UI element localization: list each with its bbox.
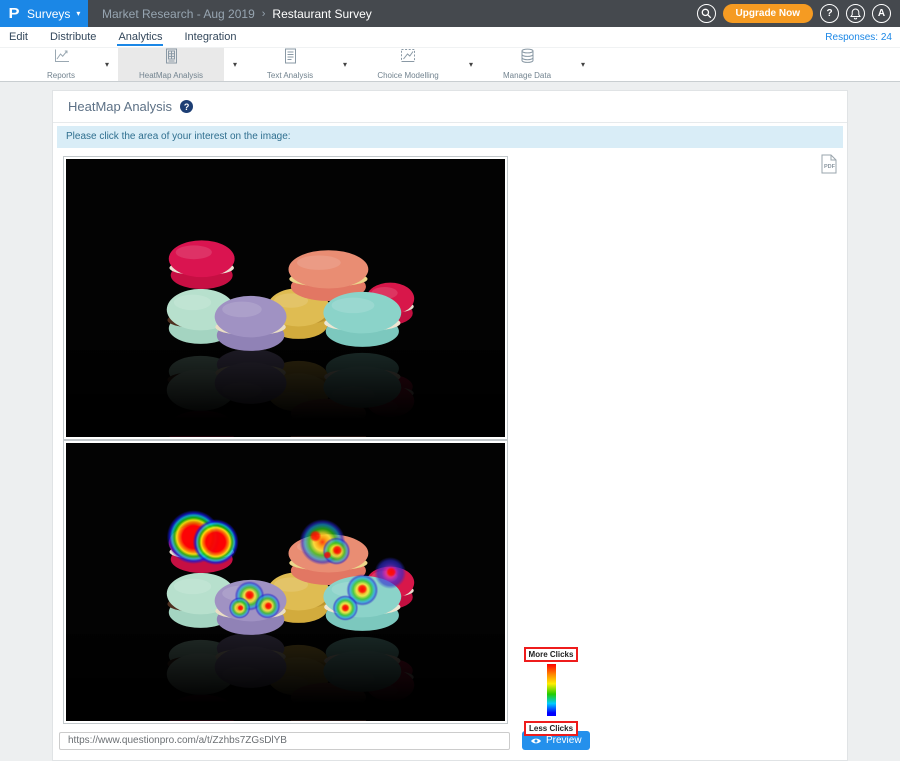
macarons-heatmap-image[interactable] [66, 443, 505, 721]
avatar[interactable]: A [872, 4, 891, 23]
toolbar-button-heatmap-analysis[interactable]: HeatMap Analysis [118, 48, 224, 81]
tab-distribute[interactable]: Distribute [49, 29, 97, 46]
chevron-down-icon: ▾ [76, 9, 80, 18]
text-doc-icon [284, 48, 297, 69]
toolbar-label: Manage Data [503, 71, 551, 80]
page-title: HeatMap Analysis [68, 99, 172, 114]
toolbar-item-text-analysis: Text Analysis ▾ [246, 48, 356, 81]
upgrade-now-button[interactable]: Upgrade Now [723, 4, 813, 23]
toolbar-button-reports[interactable]: Reports [26, 48, 96, 81]
share-url-input[interactable] [59, 732, 510, 750]
breadcrumb-current-survey: Restaurant Survey [272, 7, 371, 21]
toolbar-dropdown-caret[interactable]: ▾ [572, 48, 594, 81]
search-icon [701, 8, 712, 19]
toolbar-label: Reports [47, 71, 75, 80]
notifications-button[interactable] [846, 4, 865, 23]
surveys-menu[interactable]: P Surveys ▾ [0, 0, 88, 27]
surveys-menu-label: Surveys [27, 7, 70, 21]
heatmap-legend: More Clicks Less Clicks [521, 644, 581, 736]
help-button[interactable]: ? [820, 4, 839, 23]
toolbar-label: Choice Modelling [377, 71, 438, 80]
card-header: HeatMap Analysis ? [53, 91, 847, 123]
export-pdf-button[interactable]: PDF [821, 154, 837, 179]
tab-integration[interactable]: Integration [183, 29, 237, 46]
breadcrumb-survey-folder[interactable]: Market Research - Aug 2019 [102, 7, 255, 21]
tab-analytics[interactable]: Analytics [117, 29, 163, 46]
legend-gradient-bar [547, 664, 556, 716]
toolbar-button-choice-modelling[interactable]: Choice Modelling [356, 48, 460, 81]
legend-less-clicks: Less Clicks [524, 721, 578, 736]
heatmap-doc-icon [165, 48, 178, 69]
page-body: HeatMap Analysis ? Please click the area… [0, 82, 900, 761]
top-navbar: P Surveys ▾ Market Research - Aug 2019 ›… [0, 0, 900, 27]
heatmap-content: PDF More Clicks Less Clicks Preview [53, 148, 847, 750]
svg-text:PDF: PDF [824, 164, 836, 170]
toolbar-button-manage-data[interactable]: Manage Data [482, 48, 572, 81]
share-url-row: Preview [59, 731, 847, 750]
toolbar-dropdown-caret[interactable]: ▾ [224, 48, 246, 81]
toolbar-label: HeatMap Analysis [139, 71, 203, 80]
legend-more-clicks: More Clicks [524, 647, 579, 662]
preview-button-label: Preview [546, 735, 582, 746]
survey-section-tabs: Edit Distribute Analytics Integration Respo… [0, 27, 900, 47]
toolbar-item-reports: Reports ▾ [26, 48, 118, 81]
breadcrumb: Market Research - Aug 2019 › Restaurant … [102, 7, 372, 21]
toolbar-item-heatmap-analysis: HeatMap Analysis ▾ [118, 48, 246, 81]
breadcrumb-separator: › [262, 8, 266, 20]
choice-chart-icon [400, 48, 416, 69]
macarons-image[interactable] [66, 159, 505, 437]
heatmap-help-icon[interactable]: ? [180, 100, 193, 113]
instruction-banner: Please click the area of your interest o… [57, 126, 843, 148]
question-image-frame [63, 156, 508, 440]
responses-count[interactable]: Responses: 24 [825, 32, 892, 43]
pdf-icon: PDF [821, 154, 837, 174]
heatmap-image-frame [63, 440, 508, 724]
database-icon [520, 48, 535, 69]
question-mark-icon: ? [826, 8, 832, 19]
questionpro-logo-icon: P [8, 5, 19, 22]
toolbar-dropdown-caret[interactable]: ▾ [334, 48, 356, 81]
heatmap-card: HeatMap Analysis ? Please click the area… [52, 90, 848, 761]
toolbar-dropdown-caret[interactable]: ▾ [460, 48, 482, 81]
tabs-container: Edit Distribute Analytics Integration [8, 29, 257, 46]
tab-edit[interactable]: Edit [8, 29, 29, 46]
toolbar-label: Text Analysis [267, 71, 313, 80]
line-chart-icon [53, 48, 70, 69]
eye-icon [530, 737, 542, 745]
toolbar-item-choice-modelling: Choice Modelling ▾ [356, 48, 482, 81]
analytics-toolbar: Reports▾HeatMap Analysis▾Text Analysis▾C… [0, 47, 900, 82]
search-button[interactable] [697, 4, 716, 23]
toolbar-button-text-analysis[interactable]: Text Analysis [246, 48, 334, 81]
toolbar-dropdown-caret[interactable]: ▾ [96, 48, 118, 81]
bell-icon [850, 8, 861, 20]
topbar-actions: Upgrade Now ? A [697, 4, 891, 23]
toolbar-item-manage-data: Manage Data ▾ [482, 48, 594, 81]
